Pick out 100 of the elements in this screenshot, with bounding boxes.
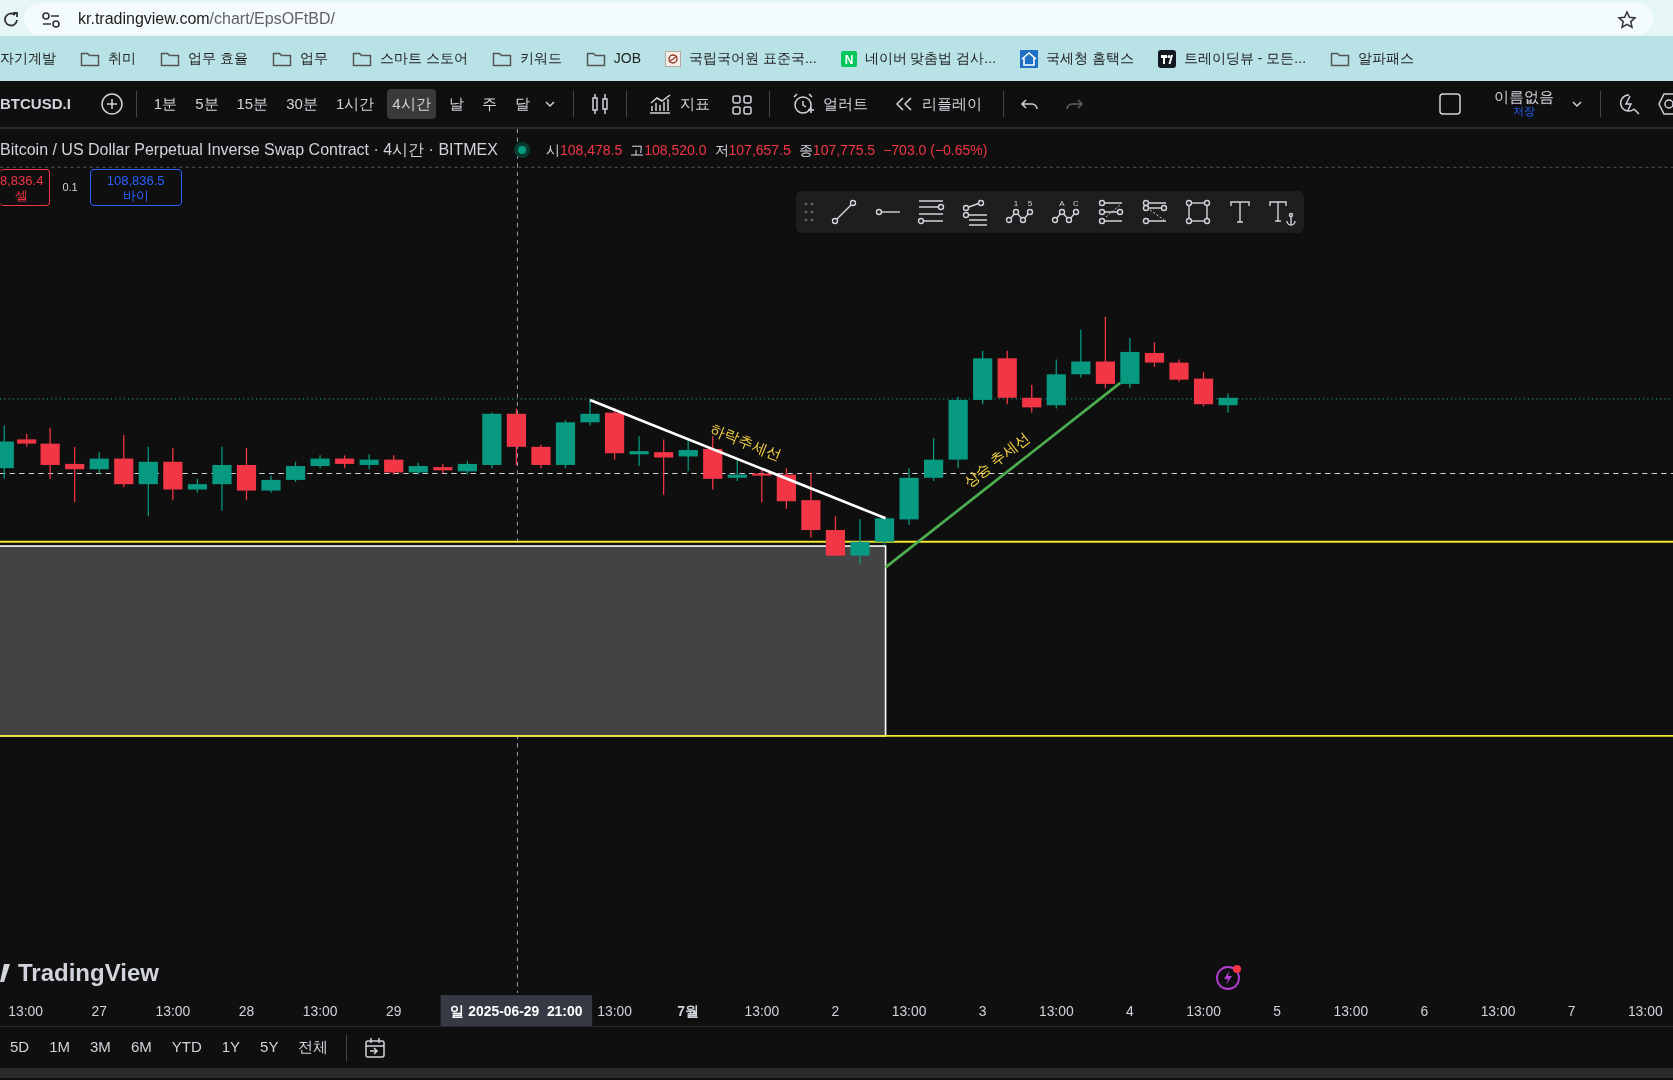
- range-button[interactable]: 5D: [8, 1034, 32, 1061]
- quick-search-icon[interactable]: [1617, 92, 1641, 116]
- time-axis-label: 13:00: [302, 1003, 338, 1020]
- candlestick: [0, 424, 14, 480]
- layout-grid-icon[interactable]: [730, 93, 753, 116]
- bookmark-item[interactable]: 업무: [271, 48, 328, 69]
- candlestick: [776, 467, 796, 510]
- candlestick: [580, 399, 600, 427]
- bookmark-item[interactable]: 취미: [80, 48, 136, 69]
- time-axis-label: 4: [1126, 1003, 1134, 1020]
- ohlc-values: 시 108,478.5 고108,520.0 저107,657.5 종107,775.5 −703.0 (−0.65%): [545, 140, 988, 160]
- candlestick: [187, 478, 207, 494]
- bookmark-item[interactable]: 스마트 스토어: [351, 48, 468, 69]
- bookmark-item[interactable]: 자기계발: [0, 48, 56, 69]
- lightning-icon[interactable]: [1215, 963, 1243, 991]
- symbol-search[interactable]: BTCUSD.I: [0, 88, 76, 120]
- candlestick: [163, 447, 183, 501]
- candlestick: [1169, 358, 1189, 383]
- range-button[interactable]: YTD: [169, 1034, 204, 1061]
- candlestick: [359, 453, 379, 470]
- add-symbol-icon[interactable]: [99, 92, 124, 116]
- bookmark-item[interactable]: 알파패스: [1330, 48, 1415, 69]
- interval-tab[interactable]: 15분: [231, 88, 274, 120]
- candlestick: [924, 437, 944, 482]
- chart-bars-icon: [647, 93, 672, 115]
- reload-icon[interactable]: [4, 9, 20, 28]
- bookmark-item[interactable]: 업무 효율: [160, 48, 248, 69]
- bookmark-item[interactable]: 국세청 홈택스: [1020, 48, 1134, 69]
- time-axis-label: 7월: [677, 1003, 700, 1020]
- interval-tab[interactable]: 5분: [190, 88, 224, 120]
- range-button[interactable]: 전체: [296, 1034, 331, 1061]
- candlestick: [1144, 341, 1165, 368]
- time-axis-label: 6: [1420, 1003, 1429, 1020]
- candlestick: [678, 438, 698, 472]
- site-icon: [665, 50, 681, 67]
- buy-button[interactable]: 108,836.5 바이: [89, 169, 182, 206]
- folder-icon: [80, 50, 100, 67]
- interval-tab[interactable]: 날: [443, 88, 469, 120]
- range-button[interactable]: 3M: [88, 1034, 113, 1061]
- interval-tab[interactable]: 1분: [148, 88, 183, 120]
- range-button[interactable]: 1Y: [219, 1034, 243, 1061]
- interval-tab[interactable]: 4시간: [387, 88, 436, 120]
- candlestick: [236, 447, 257, 501]
- bookmark-item[interactable]: 트레이딩뷰 - 모든...: [1157, 48, 1307, 69]
- house-icon: [1020, 49, 1039, 68]
- candlestick: [555, 419, 576, 469]
- drag-handle-icon[interactable]: [804, 201, 814, 223]
- time-axis-label: 13:00: [597, 1003, 632, 1020]
- range-button[interactable]: 1M: [47, 1034, 73, 1061]
- bookmark-item[interactable]: 키워드: [491, 48, 562, 69]
- alert-button[interactable]: 얼러트: [785, 88, 873, 120]
- interval-tab[interactable]: 1시간: [330, 88, 380, 120]
- sell-button[interactable]: 8,836.4 셀: [0, 169, 51, 206]
- site-settings-icon[interactable]: [40, 9, 62, 30]
- interval-tab[interactable]: 주: [476, 88, 502, 120]
- time-axis-label: 29: [386, 1003, 402, 1020]
- channel-lines-icon[interactable]: [1140, 198, 1169, 226]
- candlestick: [973, 350, 993, 405]
- candlestick: [335, 454, 355, 469]
- text-tool-icon[interactable]: [1228, 198, 1253, 226]
- rectangle-icon[interactable]: [1184, 198, 1213, 226]
- bookmark-star-icon[interactable]: [1617, 9, 1637, 30]
- layout-name-button[interactable]: 이름없음 저장: [1486, 87, 1562, 121]
- time-axis-label: 13:00: [1186, 1003, 1221, 1020]
- rewind-icon: [893, 95, 914, 113]
- trend-line-icon[interactable]: [829, 198, 858, 226]
- candlestick: [310, 454, 330, 469]
- indicators-button[interactable]: 지표: [642, 88, 715, 120]
- time-axis-label: 13:00: [1480, 1003, 1516, 1020]
- replay-button[interactable]: 리플레이: [888, 88, 987, 120]
- candlestick: [212, 446, 232, 512]
- folder-icon: [1330, 50, 1351, 67]
- candlestick: [408, 462, 428, 476]
- candlestick: [285, 461, 306, 483]
- candlestick: [457, 460, 477, 476]
- anchored-text-icon[interactable]: [1267, 198, 1296, 226]
- candlestick: [433, 463, 453, 475]
- calendar-icon[interactable]: [363, 1035, 388, 1060]
- fan-lines-icon[interactable]: [961, 198, 990, 226]
- candlestick: [1022, 384, 1042, 414]
- candlestick: [506, 407, 526, 466]
- range-button[interactable]: 6M: [128, 1034, 154, 1061]
- bookmark-item[interactable]: JOB: [585, 48, 641, 69]
- range-button[interactable]: 5Y: [258, 1034, 281, 1061]
- logo-icon: [0, 964, 10, 982]
- parallel-lines-icon[interactable]: [917, 198, 946, 226]
- chart-title: Bitcoin / US Dollar Perpetual Inverse Swap Contract · 4시간 · BITMEX: [0, 140, 498, 160]
- folder-icon: [271, 50, 292, 67]
- time-axis-label: 13:00: [8, 1003, 43, 1020]
- square-icon[interactable]: [1438, 92, 1462, 116]
- bookmark-item[interactable]: N 네이버 맞춤법 검사...: [840, 48, 997, 69]
- candlestick: [1193, 371, 1214, 407]
- address-bar[interactable]: kr.tradingview.com/chart/EpsOFtBD/: [24, 3, 1653, 35]
- bookmark-item[interactable]: 국립국어원 표준국...: [665, 48, 817, 69]
- tradingview-logo-icon: [1157, 49, 1176, 68]
- interval-tab[interactable]: 30분: [281, 88, 323, 120]
- channel-lines-icon[interactable]: [1096, 198, 1125, 226]
- interval-tab[interactable]: 달: [509, 88, 535, 120]
- candlestick-icon[interactable]: [589, 92, 610, 116]
- candlestick: [114, 434, 134, 488]
